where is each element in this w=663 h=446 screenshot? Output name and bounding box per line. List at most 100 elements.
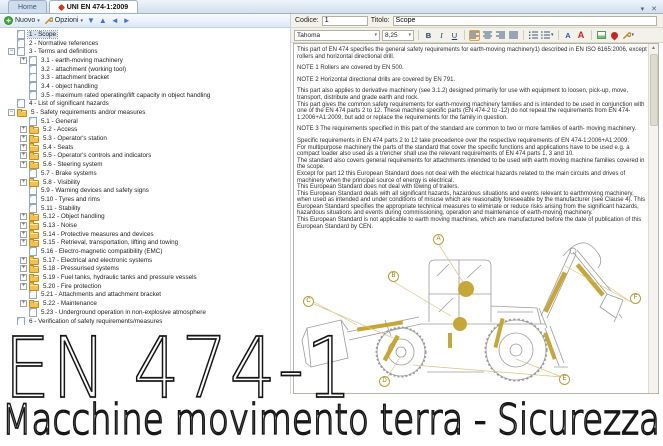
expand-icon[interactable]: + xyxy=(20,231,27,238)
expand-icon[interactable]: + xyxy=(20,179,27,186)
tree-item[interactable]: 5.1 - General xyxy=(0,117,290,126)
align-center-icon xyxy=(483,31,492,39)
font-color-red-button[interactable]: A xyxy=(576,30,587,41)
tree-item[interactable]: +5.19 - Fuel tanks, hydraulic tanks and … xyxy=(0,273,290,282)
expand-icon[interactable]: + xyxy=(20,283,27,290)
tree-item[interactable]: −5 - Safety requirements and/or measures xyxy=(0,108,290,117)
highlight-color-button[interactable] xyxy=(596,30,607,41)
tree-item[interactable]: +5.12 - Object handling xyxy=(0,212,290,221)
expand-icon[interactable]: + xyxy=(20,57,27,64)
menu-dropdown-icon[interactable]: ▾ xyxy=(641,5,645,13)
tree-item[interactable]: 6 - Verification of safety requirements/… xyxy=(0,317,290,326)
collapse-icon[interactable]: − xyxy=(8,48,15,55)
overlay-subtitle: Macchine movimento terra - Sicurezza xyxy=(2,395,660,444)
tree-item[interactable]: 5.11 - Stability xyxy=(0,204,290,213)
page-icon xyxy=(29,186,37,195)
align-left-button[interactable] xyxy=(469,30,480,41)
tree-item[interactable]: −3 - Terms and definitions xyxy=(0,47,290,56)
paint-button[interactable] xyxy=(609,30,620,41)
expand-icon[interactable]: + xyxy=(20,239,27,246)
codice-input[interactable] xyxy=(322,16,368,26)
tree-item[interactable]: +5.18 - Pressurised systems xyxy=(0,265,290,274)
tree-item[interactable]: +5.17 - Electrical and electronic system… xyxy=(0,256,290,265)
bullet-list-button[interactable]: ▾ xyxy=(541,30,554,41)
font-family-select[interactable]: Tahoma▾ xyxy=(294,30,380,41)
expand-icon[interactable]: + xyxy=(20,274,27,281)
tree-item[interactable]: +5.2 - Access xyxy=(0,126,290,135)
nuovo-button[interactable]: Nuovo ▾ xyxy=(4,16,40,25)
tree-item-label: 5.3 - Operator's station xyxy=(42,135,108,142)
tree-item[interactable]: 1 - Scope xyxy=(0,30,290,39)
opzioni-button[interactable]: Opzioni ▾ xyxy=(44,16,83,25)
arrow-right-icon[interactable]: ► xyxy=(123,17,131,25)
tree-item[interactable]: 5.10 - Tyres and rims xyxy=(0,195,290,204)
tree-item[interactable]: 5.21 - Attachments and attachment bracke… xyxy=(0,291,290,300)
tree-item[interactable]: 3.2 - attachment (working tool) xyxy=(0,65,290,74)
align-right-button[interactable] xyxy=(495,30,506,41)
doc-paragraph: NOTE 1 Rollers are covered by EN 500. xyxy=(297,65,647,72)
close-icon[interactable]: ✕ xyxy=(651,5,657,13)
align-justify-button[interactable] xyxy=(508,30,519,41)
underline-button[interactable]: U xyxy=(449,30,460,41)
bold-button[interactable]: B xyxy=(423,30,434,41)
italic-button[interactable]: I xyxy=(436,30,447,41)
expand-icon[interactable]: + xyxy=(20,257,27,264)
tree-item-label: 5.20 - Fire protection xyxy=(42,283,102,290)
tree-item[interactable]: +5.5 - Operator's controls and indicator… xyxy=(0,152,290,161)
scroll-up-icon[interactable]: ▲ xyxy=(649,44,658,53)
tree-item[interactable]: 5.23 - Underground operation in non-expl… xyxy=(0,308,290,317)
tree-item[interactable]: +5.8 - Visibility xyxy=(0,178,290,187)
tree-item[interactable]: +5.6 - Steering system xyxy=(0,160,290,169)
expand-icon[interactable]: + xyxy=(20,126,27,133)
tree-item[interactable]: +5.4 - Seats xyxy=(0,143,290,152)
font-size-select[interactable]: 8,25▾ xyxy=(382,30,414,41)
tree-item[interactable]: 2 - Normative references xyxy=(0,39,290,48)
scrollbar-thumb[interactable] xyxy=(650,54,658,126)
doc-scrollbar[interactable]: ▲ xyxy=(648,44,658,393)
tools-button[interactable]: ▾ xyxy=(622,30,635,41)
expand-icon[interactable]: + xyxy=(20,152,27,159)
tree-item[interactable]: +5.3 - Operator's station xyxy=(0,134,290,143)
separator xyxy=(418,30,419,40)
page-icon xyxy=(29,195,37,204)
tree-item[interactable]: 3.4 - object handling xyxy=(0,82,290,91)
tree-item[interactable]: +5.20 - Fire protection xyxy=(0,282,290,291)
expand-icon[interactable]: + xyxy=(20,135,27,142)
align-center-button[interactable] xyxy=(482,30,493,41)
left-pane: Nuovo ▾ Opzioni ▾ ▼ ▲ ◄ ► 1 - Scope2 - N… xyxy=(0,14,291,394)
chevron-down-icon: ▾ xyxy=(551,32,554,38)
tree-item[interactable]: +5.13 - Noise xyxy=(0,221,290,230)
tree-item[interactable]: 3.3 - attachment bracket xyxy=(0,73,290,82)
expand-icon[interactable]: + xyxy=(20,300,27,307)
page-icon xyxy=(29,169,37,178)
tree-item[interactable]: 5.9 - Warning devices and safety signs xyxy=(0,186,290,195)
tree-item[interactable]: +5.14 - Protective measures and devices xyxy=(0,230,290,239)
tree-item[interactable]: 5.16 - Electro-magnetic compatibility (E… xyxy=(0,247,290,256)
document-editor[interactable]: This part of EN 474 specifies the genera… xyxy=(293,43,659,394)
expand-icon[interactable]: + xyxy=(20,265,27,272)
expand-icon[interactable]: + xyxy=(20,222,27,229)
font-color-button[interactable]: A xyxy=(563,30,574,41)
tree-item[interactable]: 3.5 - maximum rated operating/lift capac… xyxy=(0,91,290,100)
codice-label: Codice: xyxy=(295,17,319,24)
tree-item[interactable]: 4 - List of significant hazards xyxy=(0,100,290,109)
expand-icon[interactable]: + xyxy=(20,213,27,220)
tree-item[interactable]: +5.15 - Retrieval, transportation, lifti… xyxy=(0,239,290,248)
tab-active-label: UNI EN 474-1:2009 xyxy=(67,4,128,11)
doc-paragraph: NOTE 3 The requirements specified in thi… xyxy=(297,126,647,133)
tree-item[interactable]: 5.7 - Brake systems xyxy=(0,169,290,178)
align-justify-icon xyxy=(509,31,518,39)
arrow-left-icon[interactable]: ◄ xyxy=(111,17,119,25)
tree-item-label: 5.16 - Electro-magnetic compatibility (E… xyxy=(40,248,163,255)
tree-item[interactable]: +5.22 - Maintenance xyxy=(0,299,290,308)
expand-icon[interactable]: + xyxy=(20,144,27,151)
expand-icon[interactable]: + xyxy=(20,161,27,168)
numbered-list-button[interactable] xyxy=(528,30,539,41)
tab-uni-en-474[interactable]: UNI EN 474-1:2009 xyxy=(49,0,138,13)
collapse-icon[interactable]: − xyxy=(8,109,15,116)
arrow-up-icon[interactable]: ▲ xyxy=(99,17,107,25)
tree-item[interactable]: +3.1 - earth-moving machinery xyxy=(0,56,290,65)
tab-home[interactable]: Home xyxy=(8,0,47,13)
arrow-down-icon[interactable]: ▼ xyxy=(87,17,95,25)
titolo-input[interactable] xyxy=(393,16,657,26)
